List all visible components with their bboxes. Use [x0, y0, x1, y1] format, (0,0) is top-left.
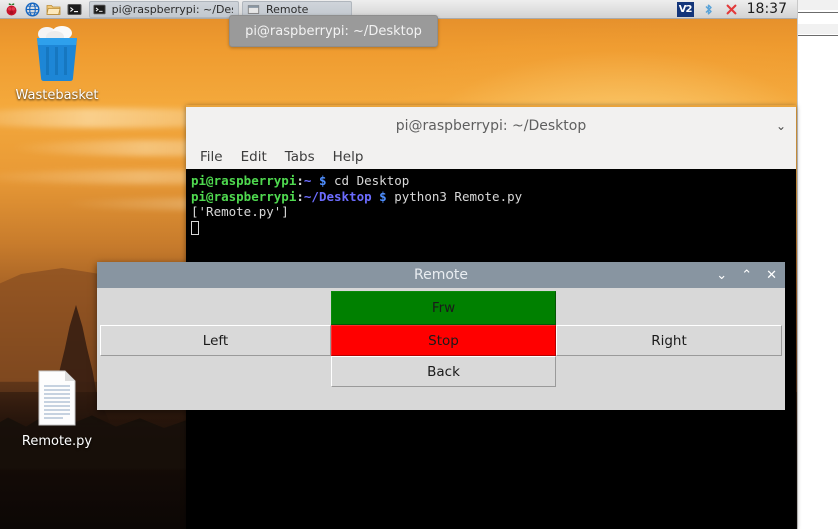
menu-item-help[interactable]: Help: [333, 149, 364, 165]
terminal-cursor-line: [191, 220, 794, 236]
taskbar-launchers: [0, 1, 83, 18]
terminal-prompt-user: pi@raspberrypi: [191, 188, 297, 204]
remote-button-stop[interactable]: Stop: [331, 325, 556, 356]
terminal-icon[interactable]: [66, 1, 83, 18]
terminal-prompt-symbol: $: [379, 188, 387, 204]
raspberry-menu-icon[interactable]: [3, 1, 20, 18]
maximize-icon[interactable]: ⌃: [741, 269, 752, 282]
terminal-prompt-user: pi@raspberrypi: [191, 173, 297, 188]
minimize-icon[interactable]: ⌄: [716, 269, 727, 282]
taskbar-window-terminal[interactable]: pi@raspberrypi: ~/Desk: [89, 0, 239, 18]
terminal-output-line: ['Remote.py']: [191, 204, 289, 219]
bluetooth-icon[interactable]: [701, 1, 717, 17]
vnc-icon[interactable]: V2: [676, 1, 694, 17]
terminal-icon: [92, 2, 108, 17]
remote-button-grid: Frw Left Stop Right Back: [100, 291, 782, 407]
taskbar-window-label: Remote: [266, 2, 309, 16]
tooltip: pi@raspberrypi: ~/Desktop: [229, 15, 438, 47]
remote-button-back[interactable]: Back: [331, 356, 556, 387]
terminal-command: python3 Remote.py: [386, 188, 523, 204]
menu-item-edit[interactable]: Edit: [241, 149, 267, 165]
desktop-icon-wastebasket[interactable]: Wastebasket: [0, 24, 114, 103]
terminal-title: pi@raspberrypi: ~/Desktop: [395, 117, 587, 134]
terminal-line: pi@raspberrypi:~ $ cd Desktop: [191, 173, 794, 189]
terminal-prompt-path: ~/Desktop: [303, 188, 372, 204]
screen: Wastebasket Remote.py pi@raspberrypi: ~/…: [0, 0, 838, 529]
trash-icon: [0, 24, 114, 84]
clock[interactable]: 18:37: [747, 1, 791, 17]
file-manager-icon[interactable]: [45, 1, 62, 18]
desktop-icon-label: Remote.py: [21, 434, 93, 449]
terminal-prompt-colon: :: [296, 173, 304, 188]
background-window[interactable]: [797, 0, 838, 529]
terminal-cursor: [191, 220, 199, 235]
menu-item-file[interactable]: File: [200, 149, 223, 165]
terminal-prompt-colon: :: [296, 188, 304, 204]
remote-button-frw[interactable]: Frw: [331, 291, 556, 325]
browser-icon[interactable]: [24, 1, 41, 18]
terminal-titlebar[interactable]: pi@raspberrypi: ~/Desktop ⌄: [186, 105, 796, 144]
taskbar-window-label: pi@raspberrypi: ~/Desk: [111, 2, 233, 16]
terminal-line: pi@raspberrypi:~/Desktop $ python3 Remot…: [191, 189, 794, 205]
menu-item-tabs[interactable]: Tabs: [285, 149, 315, 165]
remote-button-right[interactable]: Right: [556, 325, 782, 356]
close-icon[interactable]: ✕: [766, 269, 777, 282]
terminal-command: cd Desktop: [326, 173, 410, 188]
taskbar-tray: V2 18:37: [676, 1, 797, 17]
network-icon[interactable]: [724, 1, 740, 17]
chevron-down-icon[interactable]: ⌄: [776, 120, 786, 132]
remote-window-title: Remote: [413, 267, 469, 283]
remote-titlebar[interactable]: Remote ⌄ ⌃ ✕: [97, 262, 785, 288]
desktop-icon-label: Wastebasket: [15, 88, 99, 103]
tooltip-text: pi@raspberrypi: ~/Desktop: [245, 23, 422, 39]
remote-window-body: Frw Left Stop Right Back: [97, 288, 785, 410]
terminal-menubar: File Edit Tabs Help: [186, 144, 796, 169]
remote-button-left[interactable]: Left: [100, 325, 331, 356]
remote-window[interactable]: Remote ⌄ ⌃ ✕ Frw Left Stop Right Back: [97, 262, 785, 410]
